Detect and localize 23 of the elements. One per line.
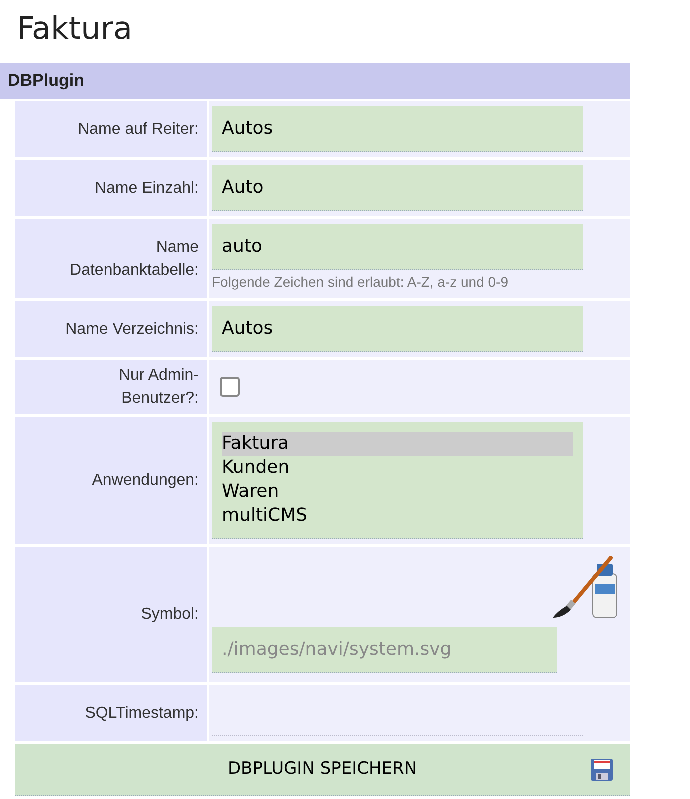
label-cell: Name Einzahl:: [15, 160, 207, 216]
list-box[interactable]: Faktura Kunden Waren multiCMS: [212, 422, 583, 539]
save-button[interactable]: DBPLUGIN SPEICHERN: [15, 744, 630, 796]
field-hint: Folgende Zeichen sind erlaubt: A-Z, a-z und 0-9: [212, 273, 510, 292]
text-field[interactable]: Autos: [212, 106, 583, 152]
label-cell: Nur Admin-Benutzer?:: [15, 360, 207, 414]
list-option[interactable]: Waren: [222, 480, 573, 504]
text-field[interactable]: Autos: [212, 306, 583, 352]
label-cell: Symbol:: [15, 547, 207, 682]
list-option[interactable]: Faktura: [222, 432, 573, 456]
checkbox[interactable]: [220, 377, 240, 397]
page-title: Faktura: [16, 10, 134, 49]
label-cell: Name Datenbanktabelle:: [15, 219, 207, 298]
text-field[interactable]: Auto: [212, 165, 583, 211]
label-cell: Name auf Reiter:: [15, 101, 207, 157]
label-cell: Name Verzeichnis:: [15, 301, 207, 357]
text-field[interactable]: ./images/navi/system.svg: [212, 627, 557, 673]
label-cell: Anwendungen:: [15, 417, 207, 544]
list-option[interactable]: Kunden: [222, 456, 573, 480]
section-header: DBPlugin: [0, 63, 630, 99]
list-option[interactable]: multiCMS: [222, 504, 573, 528]
text-field[interactable]: auto: [212, 224, 583, 270]
label-cell: SQLTimestamp:: [15, 685, 207, 741]
